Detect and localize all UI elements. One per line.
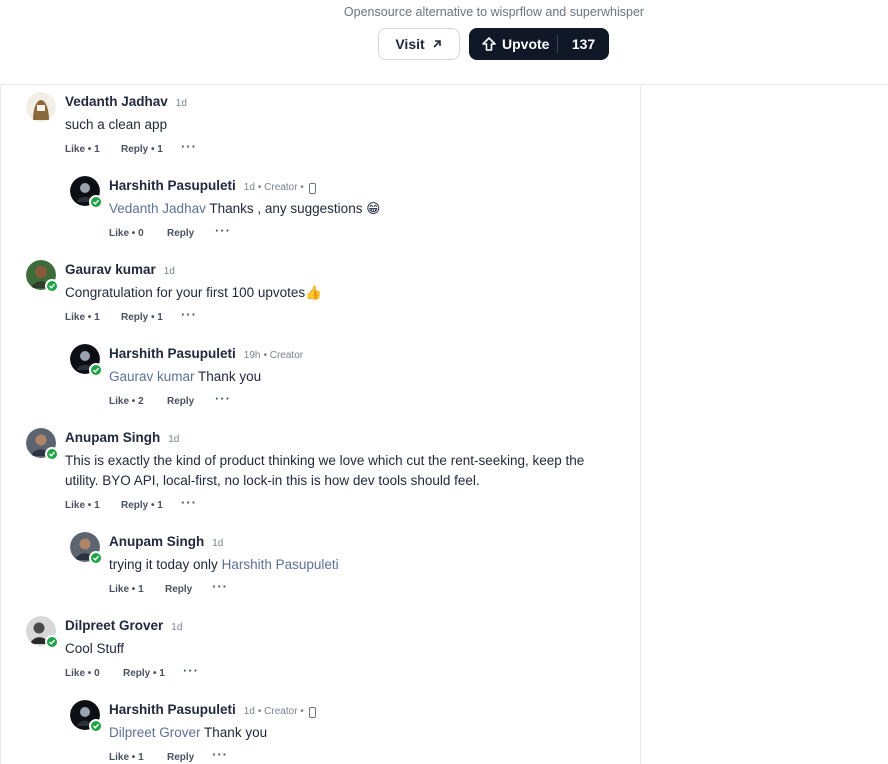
more-options-icon[interactable]: ··· [212,748,228,761]
comment-text: Vedanth Jadhav Thanks , any suggestions … [109,199,380,219]
comment-text: trying it today only Harshith Pasupuleti [109,555,339,575]
avatar-image [26,92,56,122]
comment-meta: 19h • Creator [244,350,303,361]
comment-body: trying it today only [109,557,218,572]
avatar[interactable] [70,176,103,209]
like-button[interactable]: Like • 0 [65,668,123,679]
avatar[interactable] [70,700,103,733]
external-arrow-icon [433,40,441,48]
comment-time: 1d [163,266,175,277]
creator-badge: • Creator [263,350,304,361]
left-divider [0,85,1,764]
verified-check-icon [45,635,59,649]
mention-link[interactable]: Vedanth Jadhav [109,201,206,216]
like-button[interactable]: Like • 1 [65,500,121,511]
more-options-icon[interactable]: ··· [181,308,197,321]
comment-meta: 1d • Creator • [243,182,316,194]
mobile-icon [308,707,316,718]
mention-link[interactable]: Dilpreet Grover [109,725,201,740]
comment-author[interactable]: Harshith Pasupuleti [109,702,236,717]
avatar[interactable] [26,616,59,649]
mention-link[interactable]: Harshith Pasupuleti [222,557,339,572]
more-options-icon[interactable]: ··· [181,140,197,153]
comment-time: 1d [171,622,183,633]
avatar[interactable] [70,532,103,565]
comment-time: 1d [243,182,255,193]
comment-time: 1d [212,538,224,549]
like-button[interactable]: Like • 0 [109,228,167,239]
comment-author[interactable]: Anupam Singh [65,430,160,445]
comment-author[interactable]: Harshith Pasupuleti [109,178,236,193]
verified-check-icon [89,719,103,733]
upvote-arrow-icon [482,37,496,51]
comment-time: 1d [168,434,180,445]
more-options-icon[interactable]: ··· [212,580,228,593]
verified-check-icon [45,279,59,293]
comment-time: 19h [243,350,261,361]
comment-time: 1d [243,706,255,717]
avatar[interactable] [70,344,103,377]
product-tagline: Opensource alternative to wisprflow and … [343,5,645,19]
product-header: Opensource alternative to wisprflow and … [0,0,888,85]
like-button[interactable]: Like • 1 [109,584,165,595]
reply-button[interactable]: Reply [167,752,212,763]
comment-author[interactable]: Anupam Singh [109,534,204,549]
avatar[interactable] [26,428,59,461]
like-button[interactable]: Like • 1 [65,312,121,323]
comment-author[interactable]: Harshith Pasupuleti [109,346,236,361]
comment-time: 1d [175,98,187,109]
comment-text: This is exactly the kind of product thin… [65,453,585,488]
more-options-icon[interactable]: ··· [183,664,199,677]
like-button[interactable]: Like • 1 [65,144,121,155]
verified-check-icon [45,447,59,461]
comment-meta: 1d • Creator • [243,706,316,718]
more-options-icon[interactable]: ··· [181,496,197,509]
more-options-icon[interactable]: ··· [215,392,231,405]
visit-button[interactable]: Visit [378,28,460,60]
visit-label: Visit [395,36,425,52]
upvote-button[interactable]: Upvote 137 [469,28,609,60]
comment-author[interactable]: Gaurav kumar [65,262,156,277]
reply-button[interactable]: Reply • 1 [121,500,181,511]
comment-author[interactable]: Vedanth Jadhav [65,94,168,109]
mobile-icon [308,183,316,194]
verified-check-icon [89,363,103,377]
verified-check-icon [89,195,103,209]
comment-body: Thank you [198,369,262,384]
comment-text: Gaurav kumar Thank you [109,367,261,387]
creator-badge: • Creator • [257,182,304,193]
comment-text: Cool Stuff [65,641,125,656]
mention-link[interactable]: Gaurav kumar [109,369,195,384]
reply-button[interactable]: Reply [165,584,212,595]
comment-body: Thanks , any suggestions 😁 [209,201,381,216]
more-options-icon[interactable]: ··· [215,224,231,237]
comment-text: Congratulation for your first 100 upvote… [65,285,322,300]
avatar[interactable] [26,92,56,122]
avatar[interactable] [26,260,59,293]
right-divider [640,85,641,764]
comment-author[interactable]: Dilpreet Grover [65,618,163,633]
upvote-label: Upvote [502,36,550,52]
like-button[interactable]: Like • 1 [109,752,167,763]
upvote-count: 137 [571,36,596,52]
reply-button[interactable]: Reply • 1 [121,312,181,323]
comment-body: Thank you [204,725,268,740]
reply-button[interactable]: Reply [167,228,215,239]
verified-check-icon [89,551,103,565]
reply-button[interactable]: Reply [167,396,215,407]
reply-button[interactable]: Reply • 1 [121,144,181,155]
reply-button[interactable]: Reply • 1 [123,668,183,679]
comment-text: Dilpreet Grover Thank you [109,723,267,743]
creator-badge: • Creator • [257,706,304,717]
like-button[interactable]: Like • 2 [109,396,167,407]
comment-text: such a clean app [65,117,168,132]
